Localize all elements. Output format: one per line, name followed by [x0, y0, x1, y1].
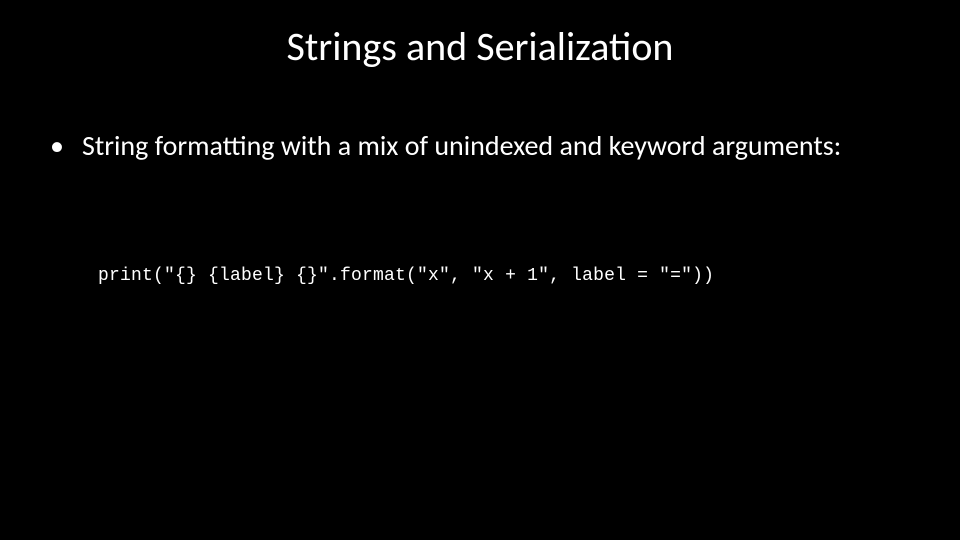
bullet-text: String formatting with a mix of unindexe… [82, 128, 912, 163]
code-line: print("{} {label} {}".format("x", "x + 1… [98, 266, 714, 286]
slide-body: • String formatting with a mix of uninde… [48, 128, 912, 163]
slide: Strings and Serialization • String forma… [0, 0, 960, 540]
bullet-item: • String formatting with a mix of uninde… [48, 128, 912, 163]
bullet-marker: • [48, 128, 82, 163]
slide-title: Strings and Serialization [0, 22, 960, 71]
